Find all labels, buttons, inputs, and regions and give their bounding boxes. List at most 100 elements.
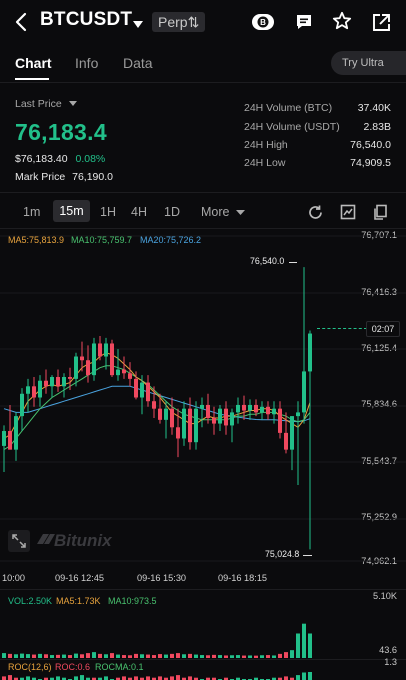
last-price-label[interactable]: Last Price <box>15 98 77 110</box>
roc-bar <box>284 676 288 680</box>
refresh-button[interactable] <box>304 201 326 223</box>
timeframe-15m[interactable]: 15m <box>53 200 90 222</box>
roc-axis-label: 1.3 <box>384 657 397 667</box>
timeframe-more-button[interactable]: More <box>201 205 245 219</box>
indicator-settings-button[interactable] <box>337 201 359 223</box>
usd-price: $76,183.40 <box>15 153 68 165</box>
volume-bar <box>296 633 300 658</box>
volume-bar <box>158 654 162 658</box>
candle-body <box>8 431 12 450</box>
symbol-title[interactable]: BTCUSDT <box>40 9 132 31</box>
favorite-button[interactable] <box>331 10 353 32</box>
copy-button[interactable] <box>369 201 391 223</box>
candle-body <box>218 408 222 424</box>
roc-bar <box>122 676 126 680</box>
volume-bar <box>152 655 156 658</box>
stat-value-vol-btc: 37.40K <box>357 102 391 114</box>
stat-label-vol-btc: 24H Volume (BTC) <box>244 102 333 114</box>
volume-bar <box>206 655 210 658</box>
volume-bar <box>266 655 270 658</box>
candle-body <box>266 406 270 415</box>
chart-bottom-divider <box>0 589 406 590</box>
tab-info[interactable]: Info <box>75 55 98 71</box>
candle-body <box>206 404 210 418</box>
candle-body <box>50 377 54 387</box>
candle <box>218 404 222 432</box>
chat-button[interactable] <box>293 11 315 33</box>
candle <box>116 349 120 381</box>
volume-bar <box>302 623 306 658</box>
ma5-line <box>3 352 311 439</box>
volume-bar <box>122 655 126 658</box>
candle-body <box>308 333 312 372</box>
volume-bar <box>50 655 54 658</box>
volume-bar <box>218 655 222 658</box>
candle-body <box>194 408 198 443</box>
share-button[interactable] <box>370 11 392 33</box>
share-icon <box>372 13 390 31</box>
volume-bar <box>2 653 6 658</box>
candle-body <box>134 378 138 398</box>
candle-body <box>212 417 216 424</box>
timeframe-4h[interactable]: 4H <box>131 205 147 219</box>
volume-bar <box>260 655 264 658</box>
expand-icon <box>12 534 26 548</box>
fullscreen-button[interactable] <box>8 530 30 552</box>
candle-body <box>2 431 6 446</box>
timeframe-1d[interactable]: 1D <box>164 205 180 219</box>
tabs-divider <box>0 82 406 83</box>
tab-data[interactable]: Data <box>123 55 153 71</box>
volume-bar <box>98 653 102 658</box>
volume-divider <box>0 659 406 660</box>
candle <box>170 397 174 435</box>
stat-label-low: 24H Low <box>244 157 286 169</box>
tab-chart[interactable]: Chart <box>15 55 52 71</box>
try-ultra-button[interactable]: Try Ultra <box>331 51 406 75</box>
active-tab-indicator <box>15 78 49 80</box>
time-axis-label: 10:00 <box>2 573 25 583</box>
volume-bar <box>164 654 168 658</box>
candle <box>302 267 306 424</box>
volume-bar <box>92 652 96 658</box>
candle-body <box>14 416 18 450</box>
last-price-value: 76,183.4 <box>15 119 107 145</box>
rocma-value: ROCMA:0.1 <box>95 662 144 672</box>
roc-bar <box>26 676 30 680</box>
stat-value-high: 76,540.0 <box>350 139 391 151</box>
candle-body <box>290 416 294 450</box>
candle-body <box>242 404 246 411</box>
volume-bar <box>170 653 174 658</box>
volume-bar <box>68 655 72 658</box>
candle <box>62 373 66 398</box>
timeframe-1m[interactable]: 1m <box>23 205 40 219</box>
candle-body <box>38 380 42 398</box>
symbol-dropdown-button[interactable] <box>133 16 145 28</box>
volume-bar <box>236 655 240 658</box>
candle <box>92 337 96 381</box>
candle <box>308 330 312 550</box>
usd-price-row: $76,183.40 0.08% <box>15 153 105 165</box>
volume-bar <box>116 654 120 658</box>
candle <box>260 401 264 420</box>
candle-body <box>56 377 60 387</box>
volume-ma5-legend: MA5:1.73K <box>56 596 101 606</box>
timeframe-1h[interactable]: 1H <box>100 205 116 219</box>
candle <box>122 356 126 379</box>
ma10-line <box>3 365 311 451</box>
coin-b-icon: B <box>252 14 274 30</box>
coin-button[interactable]: B <box>250 11 276 33</box>
contract-type-badge[interactable]: Perp⇅ <box>152 12 206 32</box>
candle-body <box>26 386 30 394</box>
roc-bar <box>302 672 306 680</box>
time-axis-label: 09-16 12:45 <box>55 573 105 583</box>
roc-chart <box>2 672 312 680</box>
candle <box>128 362 132 387</box>
volume-bar <box>74 653 78 658</box>
time-axis-label: 09-16 18:15 <box>218 573 268 583</box>
candle <box>158 393 162 424</box>
back-button[interactable] <box>10 10 32 34</box>
candlestick-chart[interactable] <box>0 228 406 573</box>
candle-body <box>80 356 84 361</box>
change-percent: 0.08% <box>75 153 106 165</box>
candle-body <box>140 382 144 398</box>
